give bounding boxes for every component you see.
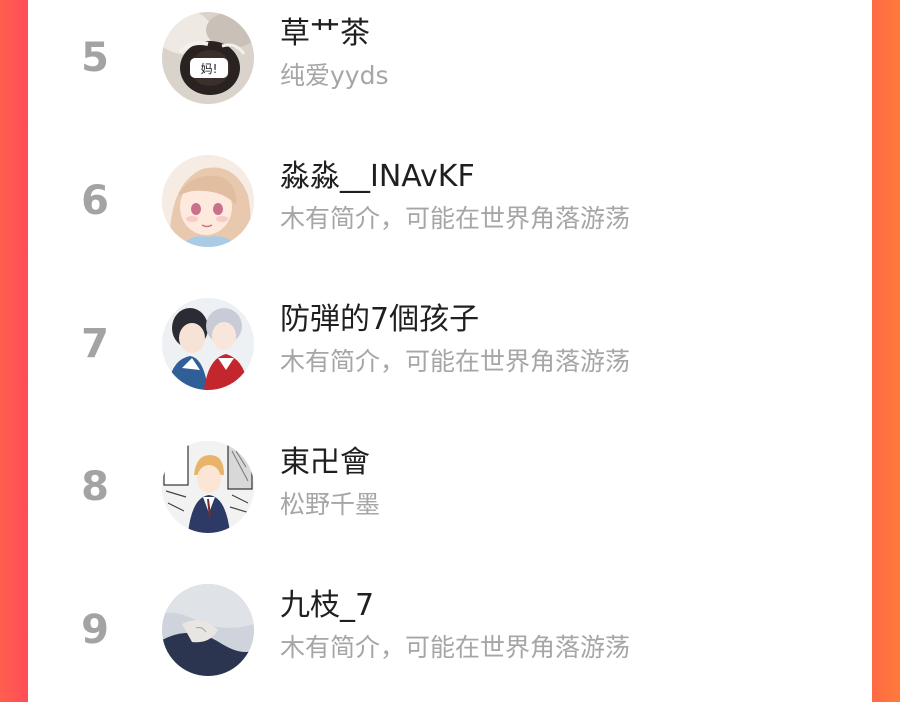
rank-number: 9 [81, 607, 109, 653]
anime-boys-avatar-icon[interactable] [162, 298, 254, 390]
rank-number: 8 [81, 464, 109, 510]
ranking-row[interactable]: 7 防弾的7個孩子 木有简介，可能在世界角落游荡 [28, 296, 872, 406]
user-bio: 纯爱yyds [280, 61, 389, 90]
ranking-row[interactable]: 8 東卍會 松野千墨 [28, 439, 872, 549]
user-bio: 木有简介，可能在世界角落游荡 [280, 204, 631, 233]
user-bio: 松野千墨 [280, 490, 381, 519]
ranking-row[interactable]: 5 妈! 草艹茶 纯爱yyds [28, 10, 872, 120]
user-name[interactable]: 草艹茶 [280, 16, 370, 52]
anime-girl-avatar-icon[interactable] [162, 155, 254, 247]
rank-number: 6 [81, 178, 109, 224]
avatar-caption: 妈! [201, 62, 218, 76]
user-bio: 木有简介，可能在世界角落游荡 [280, 347, 631, 376]
ranking-row[interactable]: 6 淼淼__INAvKF 木有简介，可能在世界角落游荡 [28, 153, 872, 263]
photo-avatar-icon[interactable] [162, 584, 254, 676]
rank-number: 5 [81, 35, 109, 81]
ranking-panel: 5 妈! 草艹茶 纯爱yyds 6 淼淼__INAvKF 木有简介，可能在世界角… [28, 0, 872, 702]
user-name[interactable]: 東卍會 [280, 445, 370, 481]
user-name[interactable]: 九枝_7 [280, 588, 374, 624]
rank-number: 7 [81, 321, 109, 367]
dark-cat-avatar-icon[interactable]: 妈! [162, 12, 254, 104]
user-bio: 木有简介，可能在世界角落游荡 [280, 633, 631, 662]
user-name[interactable]: 防弾的7個孩子 [280, 302, 479, 338]
ranking-list: 5 妈! 草艹茶 纯爱yyds 6 淼淼__INAvKF 木有简介，可能在世界角… [28, 0, 872, 702]
ranking-row[interactable]: 9 九枝_7 木有简介，可能在世界角落游荡 [28, 582, 872, 692]
manga-avatar-icon[interactable] [162, 441, 254, 533]
user-name[interactable]: 淼淼__INAvKF [280, 159, 475, 195]
